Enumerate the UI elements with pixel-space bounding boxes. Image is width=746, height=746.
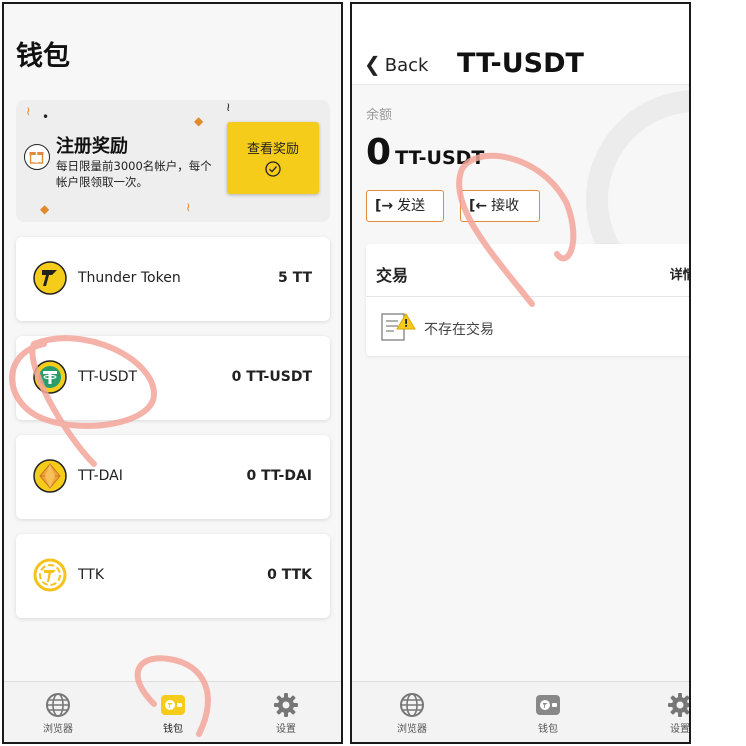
view-rewards-button[interactable]: 查看奖励 (227, 122, 319, 194)
send-button[interactable]: [→ 发送 (366, 190, 444, 222)
banner-title: 注册奖励 (56, 136, 128, 157)
token-row-thunder-token[interactable]: Thunder Token 5 TT (16, 237, 330, 321)
confetti-decoration: ≀ (226, 100, 231, 114)
send-icon: [→ (375, 198, 394, 214)
token-name: TTK (78, 567, 105, 583)
token-balance: 0 TT-USDT (231, 369, 312, 385)
tt-usdt-icon (33, 360, 67, 394)
view-rewards-label: 查看奖励 (246, 142, 299, 157)
token-name: TT-DAI (78, 468, 123, 484)
token-row-tt-dai[interactable]: TT-DAI 0 TT-DAI (16, 435, 330, 519)
gift-icon (24, 144, 50, 170)
tab-label: 设置 (276, 724, 296, 735)
wallet-icon (161, 695, 185, 715)
bottom-tabbar: 浏览器 钱包 设置 (352, 681, 689, 742)
tab-label: 钱包 (163, 724, 183, 735)
balance-value: 0 (366, 132, 392, 173)
tab-label: 钱包 (538, 724, 558, 735)
receive-button[interactable]: [← 接收 (460, 190, 540, 222)
gear-icon (668, 693, 689, 717)
tab-wallet[interactable]: 钱包 (518, 692, 578, 735)
globe-icon (400, 693, 424, 717)
send-label: 发送 (397, 198, 426, 214)
confetti-decoration: ◆ (40, 202, 50, 216)
registration-reward-banner[interactable]: ≀ • ◆ ≀ ≀ ◆ 注册奖励 每日限量前3000名帐户，每个帐户限领取一次。… (16, 100, 330, 222)
transactions-card: 交易 详情 >> 不存在交易 (366, 244, 689, 356)
page-title: TT-USDT (457, 48, 584, 79)
tab-browser[interactable]: 浏览器 (28, 692, 88, 735)
token-row-tt-usdt[interactable]: TT-USDT 0 TT-USDT (16, 336, 330, 420)
transactions-title: 交易 (376, 266, 409, 285)
wallet-screen: 钱包 ≀ • ◆ ≀ ≀ ◆ 注册奖励 每日限量前3000名帐户，每个帐户限领取… (2, 2, 343, 744)
check-circle-icon (265, 161, 281, 177)
tab-wallet[interactable]: 钱包 (143, 692, 203, 735)
empty-document-warning-icon (381, 313, 416, 341)
token-balance: 0 TT-DAI (246, 468, 312, 484)
token-row-ttk[interactable]: TTK 0 TTK (16, 534, 330, 618)
receive-icon: [← (469, 198, 488, 214)
confetti-decoration: ≀ (186, 200, 191, 214)
tab-settings[interactable]: 设置 (650, 692, 690, 735)
bottom-tabbar: 浏览器 钱包 设置 (4, 681, 341, 742)
receive-label: 接收 (491, 198, 520, 214)
empty-transactions-label: 不存在交易 (424, 322, 494, 338)
tab-settings[interactable]: 设置 (256, 692, 316, 735)
token-detail-screen: ❮ Back TT-USDT 余额 0 TT-USDT [→ 发送 [← 接收 交易 详… (350, 2, 691, 744)
tab-label: 浏览器 (397, 724, 427, 735)
ttk-icon (33, 558, 67, 592)
tab-browser[interactable]: 浏览器 (382, 692, 442, 735)
token-balance: 0 TTK (267, 567, 312, 583)
token-name: TT-USDT (78, 369, 138, 385)
token-balance: 5 TT (277, 270, 312, 286)
transactions-details-link[interactable]: 详情 >> (670, 264, 689, 283)
confetti-decoration: • (42, 110, 50, 124)
balance-unit: TT-USDT (395, 147, 485, 169)
navigation-bar: ❮ Back TT-USDT (352, 4, 689, 85)
balance-label: 余额 (366, 108, 393, 123)
thunder-token-icon (33, 261, 67, 295)
globe-icon (46, 693, 70, 717)
balance-display: 0 TT-USDT (366, 132, 484, 173)
transactions-header: 交易 详情 >> (366, 244, 689, 297)
gear-icon (274, 693, 298, 717)
token-name: Thunder Token (78, 270, 181, 286)
page-title: 钱包 (16, 41, 70, 72)
confetti-decoration: ◆ (194, 114, 204, 128)
confetti-decoration: ≀ (26, 104, 31, 118)
banner-description: 每日限量前3000名帐户，每个帐户限领取一次。 (56, 159, 212, 189)
tab-label: 浏览器 (43, 724, 73, 735)
wallet-icon (536, 695, 560, 715)
tab-label: 设置 (670, 724, 690, 735)
tt-dai-icon (33, 459, 67, 493)
